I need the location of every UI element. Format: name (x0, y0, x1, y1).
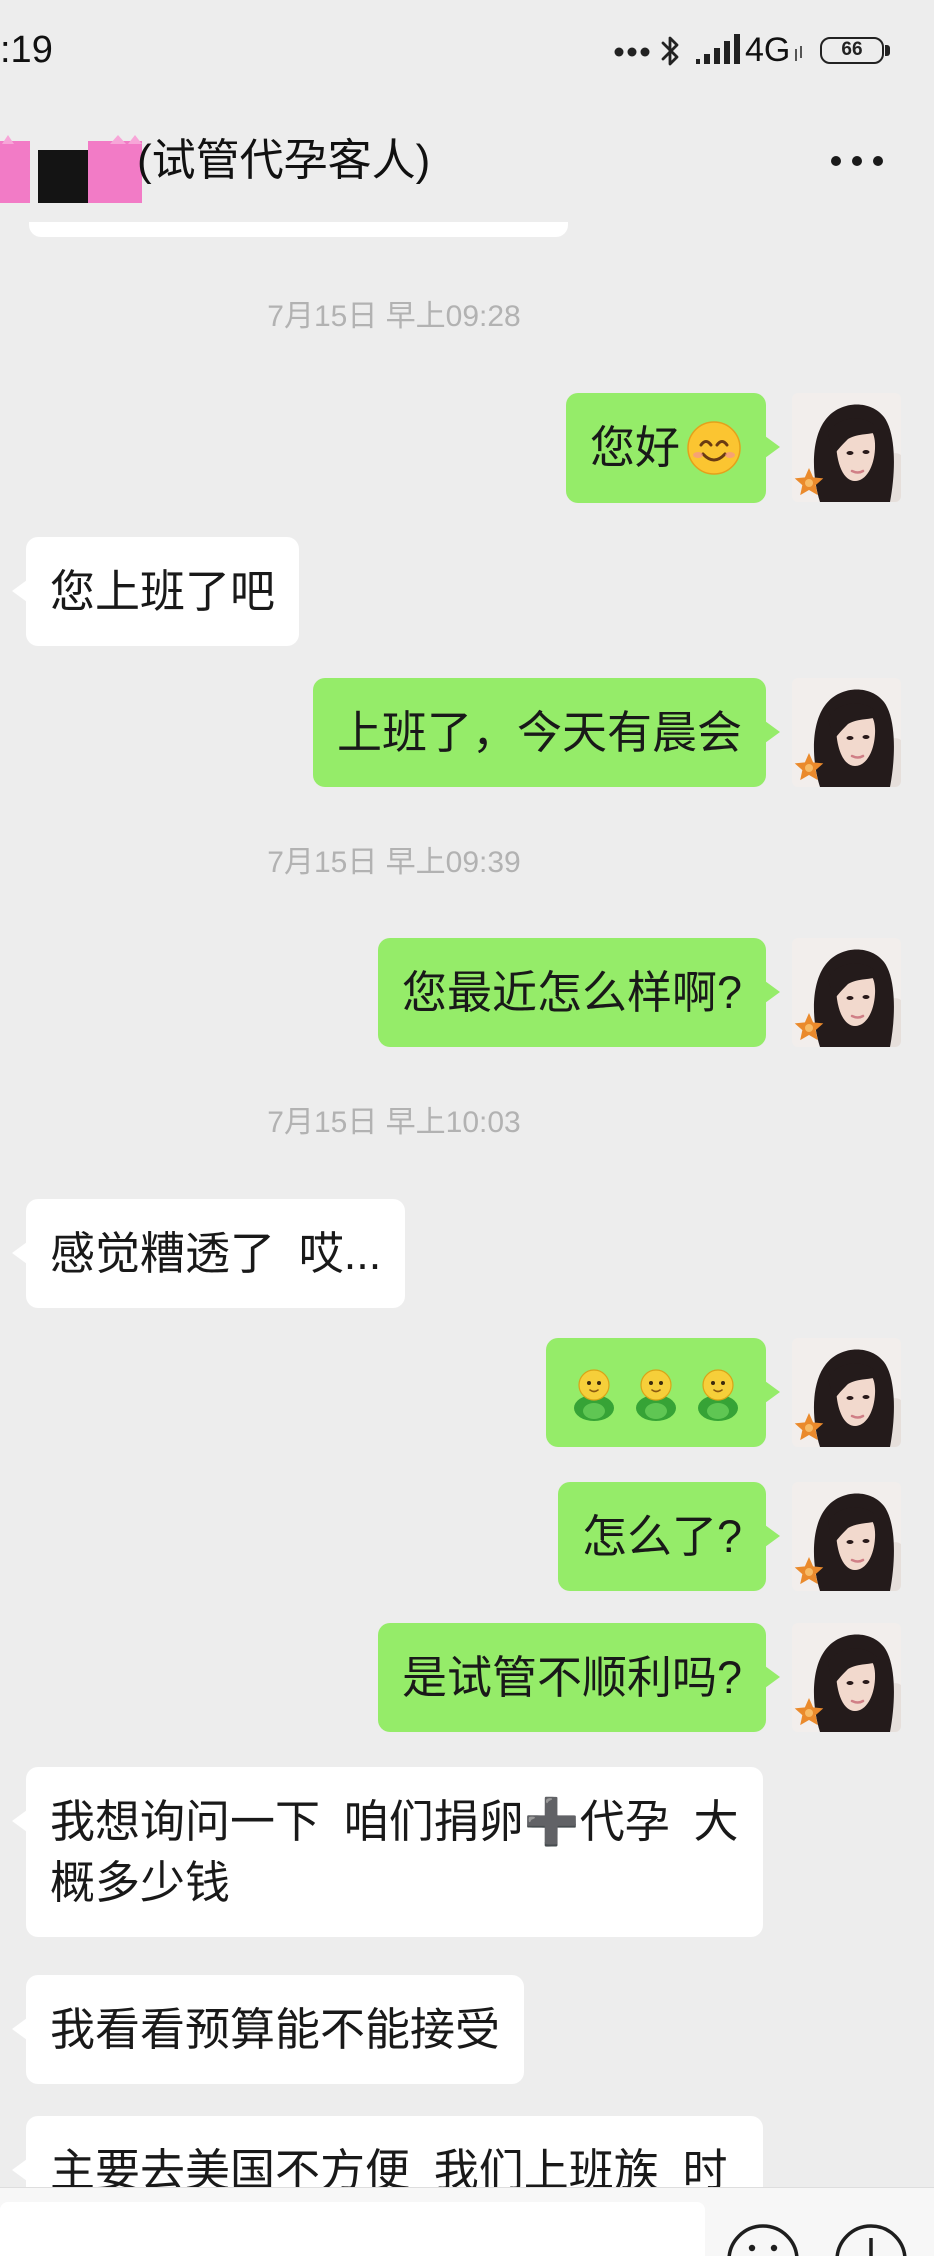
smiling-face-icon (686, 420, 742, 476)
user-photo-avatar[interactable] (792, 1482, 901, 1591)
chat-screen: :19 4G 66 (试管代孕客人) 7月15日 早上09:28 您好 您上班了… (0, 0, 934, 2256)
sent-message-bubble[interactable]: 您好 (565, 393, 781, 504)
message-text: 怎么了? (581, 1511, 742, 1562)
green-chick-icon (633, 1364, 679, 1422)
received-message-bubble[interactable]: 我看看预算能不能接受 (11, 1975, 525, 2084)
pixelated-avatar (0, 135, 142, 203)
timestamp: 7月15日 早上10:03 (267, 1106, 521, 1139)
message-text: 您最近怎么样啊? (401, 967, 742, 1018)
message-text: 我看看预算能不能接受 (50, 2004, 501, 2055)
status-time: :19 (0, 29, 53, 71)
battery-level: 66 (841, 39, 863, 60)
previous-message-bubble-partial[interactable] (29, 222, 568, 237)
timestamp: 7月15日 早上09:28 (267, 300, 521, 333)
user-photo-avatar[interactable] (792, 393, 901, 502)
timestamp: 7月15日 早上09:39 (267, 846, 521, 879)
user-photo-avatar[interactable] (792, 1623, 901, 1732)
message-input[interactable] (0, 2202, 705, 2256)
user-photo-avatar[interactable] (792, 1338, 901, 1447)
battery-tip (885, 45, 890, 56)
data-activity-icon (795, 46, 802, 61)
message-text: 是试管不顺利吗? (401, 1652, 742, 1703)
message-text: 您上班了吧 (50, 566, 276, 617)
sent-message-bubble[interactable]: 您最近怎么样啊? (377, 938, 781, 1047)
network-type: 4G (745, 31, 791, 69)
received-message-bubble[interactable]: 感觉糟透了 哎... (11, 1199, 406, 1308)
more-notifications-icon (614, 47, 650, 57)
message-text: 您好 (589, 422, 680, 473)
more-icon[interactable] (828, 154, 886, 168)
user-photo-avatar[interactable] (792, 938, 901, 1047)
received-message-bubble[interactable]: 您上班了吧 (11, 537, 300, 646)
sent-message-bubble[interactable]: 上班了，今天有晨会 (312, 678, 781, 787)
bluetooth-icon (661, 36, 679, 66)
sent-message-bubble[interactable]: 是试管不顺利吗? (377, 1623, 781, 1732)
emoji-icon[interactable] (725, 2222, 801, 2256)
received-message-bubble[interactable]: 我想询问一下 咱们捐卵➕代孕 大概多少钱 (12, 1767, 763, 1937)
input-bar (0, 2187, 934, 2256)
user-photo-avatar[interactable] (792, 678, 901, 787)
plus-icon[interactable] (833, 2222, 909, 2256)
signal-icon (696, 34, 740, 64)
message-text: 我想询问一下 咱们捐卵➕代孕 大概多少钱 (50, 1796, 739, 1908)
green-chick-icon (571, 1364, 617, 1422)
sent-emoji-bubble[interactable] (546, 1338, 780, 1447)
status-bar: :19 4G 66 (0, 0, 934, 100)
sent-message-bubble[interactable]: 怎么了? (557, 1482, 781, 1591)
message-text: 上班了，今天有晨会 (336, 707, 742, 758)
chat-header: (试管代孕客人) (0, 100, 934, 218)
message-text: 感觉糟透了 哎... (50, 1228, 382, 1279)
chat-title: (试管代孕客人) (137, 136, 431, 185)
green-chick-icon (695, 1364, 741, 1422)
battery-icon: 66 (820, 37, 884, 64)
